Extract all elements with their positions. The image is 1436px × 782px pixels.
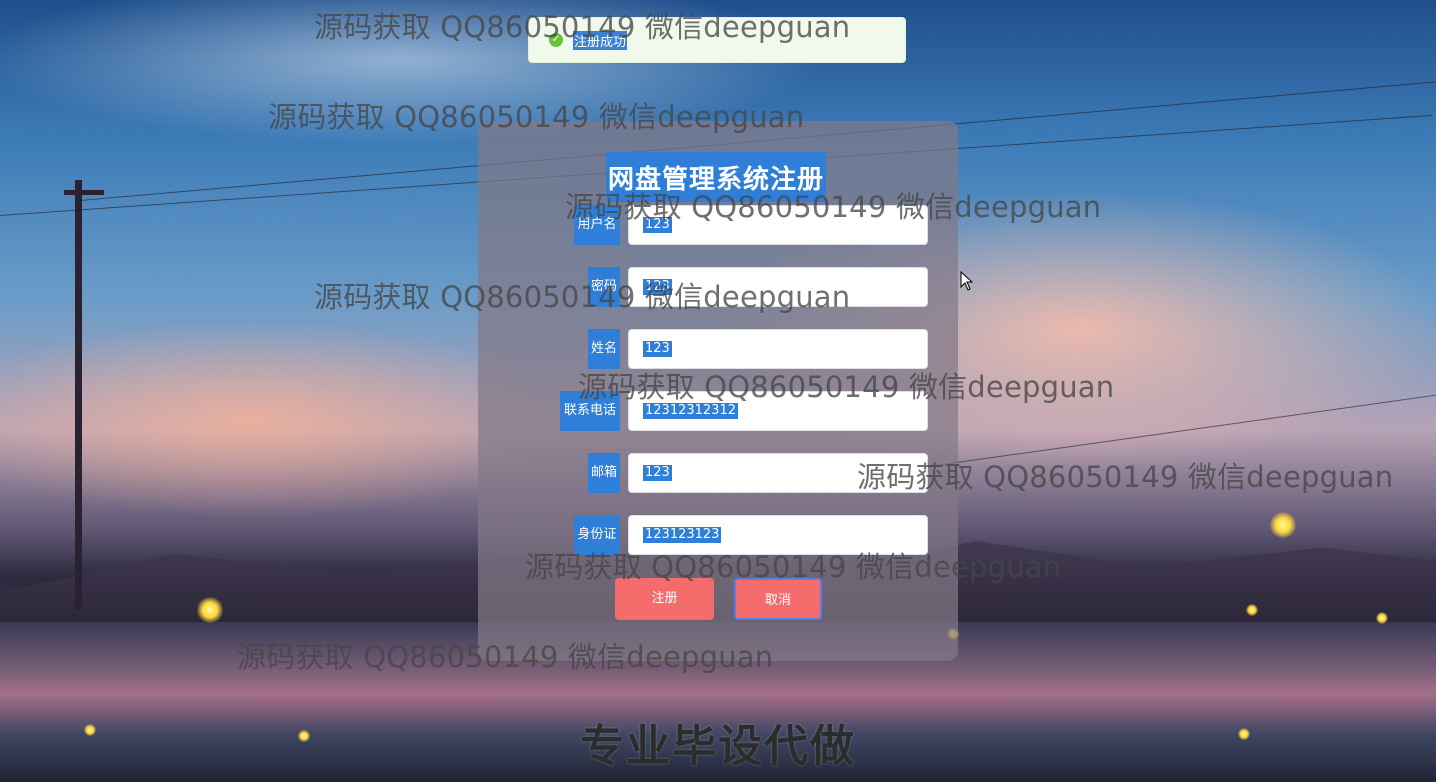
bottom-banner: 专业毕设代做: [580, 721, 856, 772]
utility-pole-arm: [64, 190, 104, 195]
firefly: [1246, 604, 1258, 616]
id-card-value: 123123123: [643, 527, 722, 543]
field-label-email: 邮箱: [588, 453, 620, 493]
watermark-text: 源码获取 QQ86050149 微信deepguan: [237, 640, 774, 674]
watermark-text: 源码获取 QQ86050149 微信deepguan: [857, 460, 1394, 494]
name-value: 123: [643, 341, 672, 357]
name-input[interactable]: 123: [628, 329, 928, 369]
watermark-text: 源码获取 QQ86050149 微信deepguan: [578, 370, 1115, 404]
firefly: [1270, 512, 1296, 538]
watermark-text: 源码获取 QQ86050149 微信deepguan: [268, 100, 805, 134]
watermark-text: 源码获取 QQ86050149 微信deepguan: [314, 280, 851, 314]
email-value: 123: [643, 465, 672, 481]
watermark-text: 源码获取 QQ86050149 微信deepguan: [565, 190, 1102, 224]
firefly: [1376, 612, 1388, 624]
field-label-name: 姓名: [588, 329, 620, 369]
firefly: [197, 597, 223, 623]
watermark-text: 源码获取 QQ86050149 微信deepguan: [314, 10, 851, 44]
watermark-text: 源码获取 QQ86050149 微信deepguan: [525, 550, 1062, 584]
utility-pole: [75, 180, 82, 610]
